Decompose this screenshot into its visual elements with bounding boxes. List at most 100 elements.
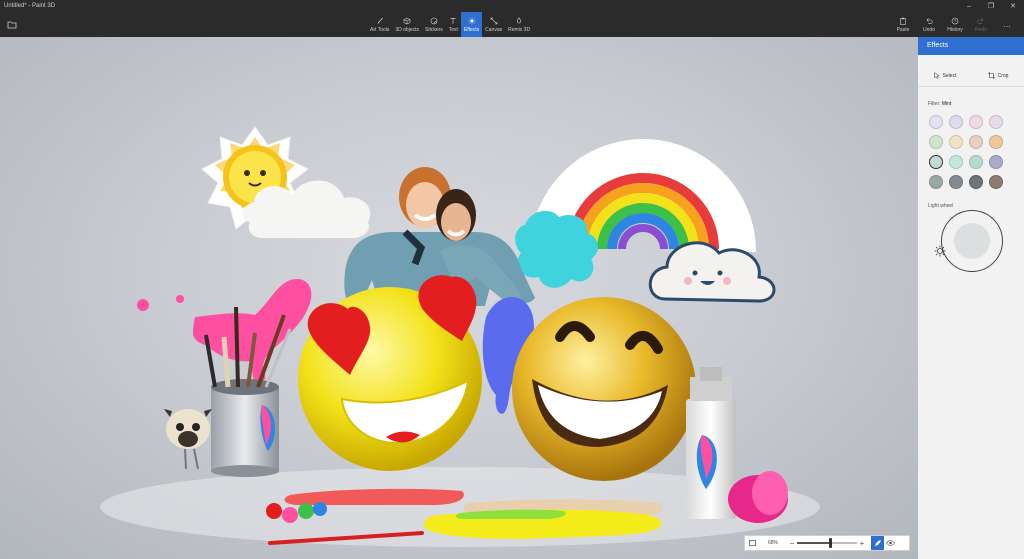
- brush-icon: [377, 17, 383, 24]
- history-icon: [951, 17, 959, 24]
- tab-remix-3d[interactable]: Remix 3D: [505, 12, 533, 37]
- selection-tools: Select Crop: [918, 55, 1024, 87]
- maximize-button[interactable]: ❐: [980, 0, 1002, 12]
- canvas-area[interactable]: [0, 37, 918, 559]
- close-button[interactable]: ✕: [1002, 0, 1024, 12]
- filter-swatch[interactable]: [929, 155, 943, 169]
- sticker-icon: [430, 17, 438, 24]
- zoom-slider-fill: [797, 542, 830, 544]
- select-label: Select: [942, 72, 957, 79]
- tab-label: Effects: [463, 26, 480, 33]
- paint-ball: [266, 503, 282, 519]
- pug-figure: [164, 409, 212, 470]
- light-wheel[interactable]: [941, 210, 1003, 272]
- redo-button[interactable]: Redo: [968, 12, 994, 37]
- zoom-slider[interactable]: [797, 538, 857, 548]
- effects-panel: Effects Select Crop Filter: Mint Light w…: [918, 37, 1024, 559]
- zoom-slider-thumb[interactable]: [828, 538, 832, 548]
- redo-label: Redo: [975, 26, 987, 33]
- sun-icon[interactable]: [934, 245, 946, 257]
- filter-swatch[interactable]: [949, 175, 963, 189]
- tab-label: Art Tools: [370, 26, 390, 33]
- paint-ball: [313, 502, 327, 516]
- paste-label: Paste: [896, 26, 910, 33]
- effects-icon: [468, 17, 476, 24]
- undo-button[interactable]: Undo: [916, 12, 942, 37]
- fit-screen-icon: [748, 540, 756, 546]
- panel-title: Effects: [918, 37, 1024, 55]
- undo-icon: [926, 17, 933, 24]
- filter-swatch[interactable]: [929, 175, 943, 189]
- crop-button[interactable]: Crop: [987, 65, 1009, 86]
- grinning-emoji: [512, 297, 696, 481]
- crop-label: Crop: [997, 72, 1009, 79]
- filter-swatch[interactable]: [969, 135, 983, 149]
- artwork-image: [100, 126, 820, 547]
- filter-swatch[interactable]: [969, 175, 983, 189]
- tab-label: Canvas: [485, 26, 503, 33]
- fit-to-screen-button[interactable]: [745, 540, 759, 546]
- tab-3d-objects[interactable]: 3D objects: [392, 12, 422, 37]
- edit-tools: Paste Undo History Redo …: [890, 12, 1020, 37]
- zoom-out-button[interactable]: −: [787, 539, 797, 548]
- undo-label: Undo: [923, 26, 935, 33]
- history-label: History: [947, 26, 963, 33]
- filter-swatch[interactable]: [989, 175, 1003, 189]
- view-3d-button[interactable]: [884, 536, 897, 550]
- filter-label: Filter:: [928, 101, 941, 107]
- filter-swatch[interactable]: [929, 115, 943, 129]
- filter-value: Mint: [941, 101, 952, 107]
- filter-swatch[interactable]: [949, 115, 963, 129]
- tab-label: Remix 3D: [508, 26, 531, 33]
- filter-swatch[interactable]: [989, 115, 1003, 129]
- light-wheel-center: [954, 223, 990, 259]
- zoom-bar: 68% − +: [744, 535, 910, 551]
- more-icon: …: [1003, 20, 1011, 29]
- paint-ball: [282, 507, 298, 523]
- tab-label: 3D objects: [395, 26, 419, 33]
- history-button[interactable]: History: [942, 12, 968, 37]
- pink-drop: [176, 295, 184, 303]
- cursor-icon: [933, 72, 940, 79]
- filter-swatch[interactable]: [969, 155, 983, 169]
- filter-swatch[interactable]: [929, 135, 943, 149]
- filter-swatch[interactable]: [989, 155, 1003, 169]
- zoom-percent: 68%: [767, 540, 778, 546]
- filter-heading: Filter: Mint: [918, 87, 1024, 107]
- canvas-icon: [490, 17, 497, 24]
- folder-icon: [7, 21, 17, 29]
- title-bar: Untitled* - Paint 3D – ❐ ✕: [0, 0, 1024, 12]
- filter-swatches: [918, 107, 1024, 189]
- filter-swatch[interactable]: [989, 135, 1003, 149]
- tab-stickers[interactable]: Stickers: [422, 12, 446, 37]
- pink-cap: [728, 471, 788, 523]
- menu-button[interactable]: [7, 17, 19, 29]
- paste-icon: [900, 17, 906, 25]
- main-toolbar: Art Tools 3D objects Stickers Text Effec…: [0, 12, 1024, 37]
- tool-tabs: Art Tools 3D objects Stickers Text Effec…: [367, 12, 533, 37]
- heart-eyes-emoji: [298, 275, 482, 471]
- tab-text[interactable]: Text: [446, 12, 461, 37]
- tab-label: Text: [448, 26, 458, 33]
- tab-label: Stickers: [425, 26, 443, 33]
- crop-icon: [987, 72, 995, 79]
- filter-swatch[interactable]: [969, 115, 983, 129]
- filter-swatch[interactable]: [949, 135, 963, 149]
- paste-button[interactable]: Paste: [890, 12, 916, 37]
- pen-mode-button[interactable]: [871, 536, 884, 550]
- remix-icon: [517, 17, 521, 23]
- redo-icon: [977, 17, 984, 24]
- minimize-button[interactable]: –: [958, 0, 980, 12]
- tab-effects[interactable]: Effects: [460, 12, 483, 37]
- zoom-in-button[interactable]: +: [857, 539, 867, 548]
- tab-art-tools[interactable]: Art Tools: [367, 12, 392, 37]
- eye-icon: [886, 540, 895, 546]
- pen-icon: [874, 540, 881, 546]
- window-controls: – ❐ ✕: [958, 0, 1024, 12]
- more-button[interactable]: …: [994, 12, 1020, 37]
- select-button[interactable]: Select: [933, 65, 957, 86]
- pink-drop: [137, 299, 149, 311]
- filter-swatch[interactable]: [949, 155, 963, 169]
- tab-canvas[interactable]: Canvas: [482, 12, 505, 37]
- paint-ball: [298, 503, 314, 519]
